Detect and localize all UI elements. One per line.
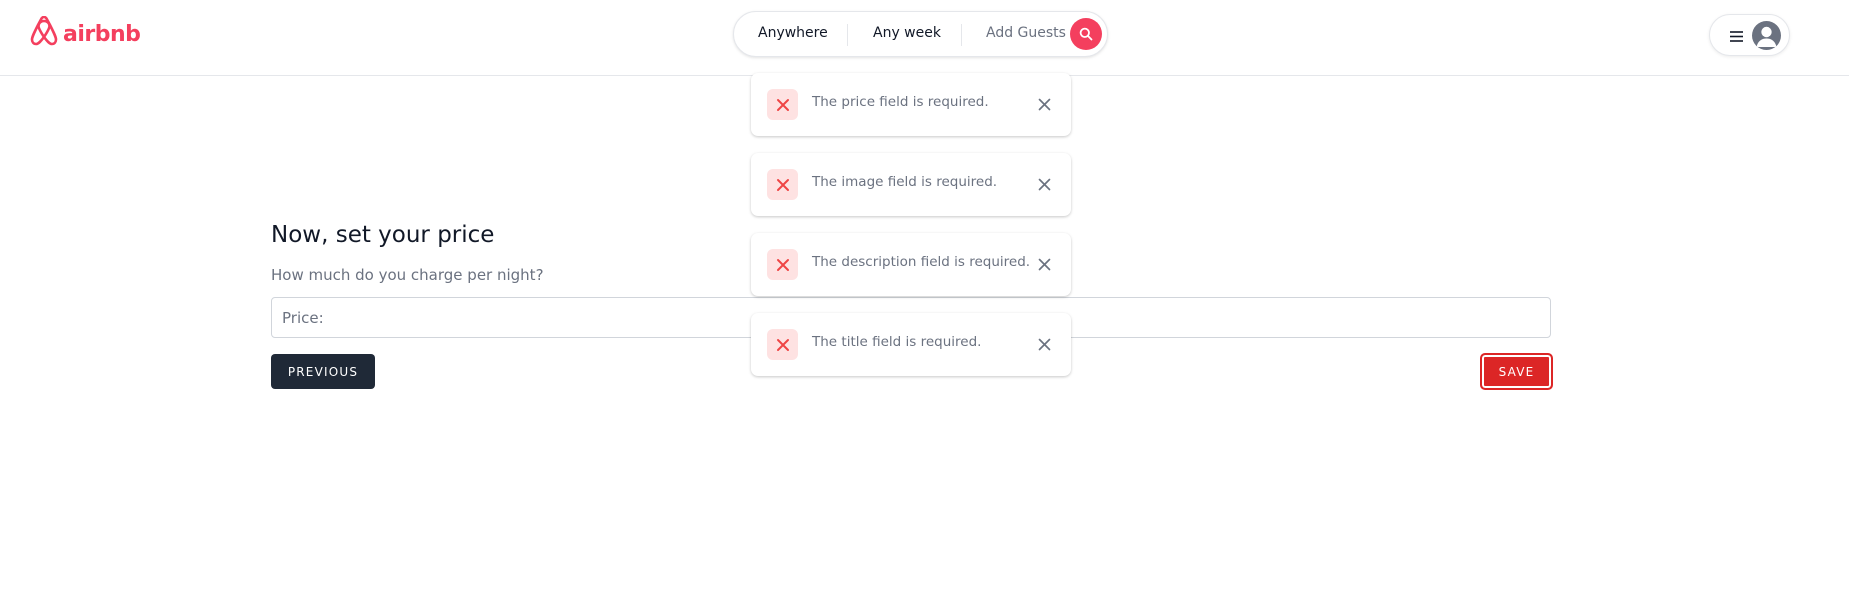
toast-message: The image field is required. (812, 174, 998, 190)
error-toast: The description field is required. (751, 233, 1071, 296)
close-icon[interactable] (1036, 336, 1053, 353)
close-icon[interactable] (1036, 96, 1053, 113)
avatar-placeholder-icon (1756, 26, 1777, 47)
page-subtitle: How much do you charge per night? (271, 266, 544, 284)
avatar (1752, 21, 1781, 50)
close-icon[interactable] (1036, 176, 1053, 193)
search-divider (847, 24, 848, 46)
save-button[interactable]: SAVE (1480, 353, 1553, 390)
search-week[interactable]: Any week (873, 25, 941, 41)
toast-message: The price field is required. (812, 94, 989, 110)
error-icon (767, 329, 798, 360)
search-location[interactable]: Anywhere (758, 25, 828, 41)
search-divider (961, 24, 962, 46)
search-bar[interactable]: Anywhere Any week Add Guests (733, 11, 1108, 57)
search-icon (1079, 27, 1093, 41)
airbnb-logo-text: airbnb (63, 21, 141, 47)
error-icon (767, 89, 798, 120)
error-icon (767, 169, 798, 200)
airbnb-logo-icon (30, 15, 58, 52)
close-icon[interactable] (1036, 256, 1053, 273)
error-toast: The title field is required. (751, 313, 1071, 376)
search-button[interactable] (1070, 18, 1102, 50)
airbnb-logo[interactable]: airbnb (30, 15, 141, 52)
top-navbar: airbnb Anywhere Any week Add Guests (0, 0, 1849, 76)
user-menu-button[interactable] (1709, 14, 1790, 56)
search-guests[interactable]: Add Guests (986, 25, 1066, 41)
error-toast: The image field is required. (751, 153, 1071, 216)
hamburger-icon (1730, 28, 1743, 47)
toast-message: The description field is required. (812, 254, 1031, 270)
toast-message: The title field is required. (812, 334, 982, 350)
error-icon (767, 249, 798, 280)
previous-button[interactable]: PREVIOUS (271, 354, 375, 389)
error-toast: The price field is required. (751, 73, 1071, 136)
page-title: Now, set your price (271, 222, 495, 248)
